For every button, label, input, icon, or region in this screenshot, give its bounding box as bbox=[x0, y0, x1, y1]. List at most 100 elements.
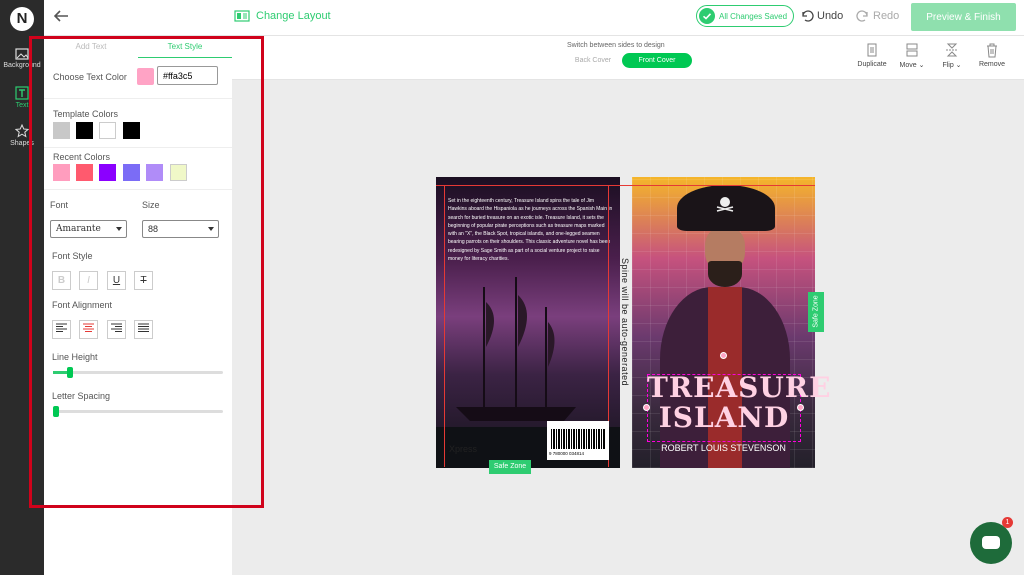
tab-add-text[interactable]: Add Text bbox=[44, 36, 138, 58]
recent-color-swatch[interactable] bbox=[170, 164, 187, 181]
strikethrough-button[interactable]: T bbox=[134, 271, 153, 290]
line-height-label: Line Height bbox=[52, 352, 98, 362]
template-color-swatch[interactable] bbox=[76, 122, 93, 139]
resize-handle-left[interactable] bbox=[643, 404, 650, 411]
book-author[interactable]: ROBERT LOUIS STEVENSON bbox=[632, 443, 815, 453]
duplicate-icon bbox=[867, 43, 877, 57]
flip-button[interactable]: Flip ⌄ bbox=[932, 42, 972, 69]
top-bar: Change Layout All Changes Saved Undo Red… bbox=[44, 0, 1024, 36]
tool-label: Remove bbox=[978, 61, 1006, 68]
underline-button[interactable]: U bbox=[107, 271, 126, 290]
caret-down-icon bbox=[116, 227, 122, 231]
slider-knob[interactable] bbox=[53, 406, 59, 417]
recent-color-swatch[interactable] bbox=[99, 164, 116, 181]
font-label: Font bbox=[50, 200, 69, 210]
sidebar-item-label: Background bbox=[3, 62, 41, 69]
tab-text-style[interactable]: Text Style bbox=[138, 36, 232, 58]
align-right-icon bbox=[111, 323, 122, 332]
move-icon bbox=[906, 43, 918, 57]
change-layout-label: Change Layout bbox=[256, 10, 331, 22]
recent-color-swatch[interactable] bbox=[123, 164, 140, 181]
divider bbox=[44, 98, 232, 99]
template-color-swatch[interactable] bbox=[123, 122, 140, 139]
flip-icon bbox=[946, 43, 958, 57]
check-circle-icon bbox=[699, 8, 715, 24]
letter-spacing-label: Letter Spacing bbox=[52, 391, 111, 401]
chevron-down-icon: ⌄ bbox=[953, 62, 962, 69]
safe-zone-text: Safe Zone bbox=[812, 295, 820, 328]
front-cover-tab[interactable]: Front Cover bbox=[622, 53, 692, 68]
divider bbox=[44, 147, 232, 148]
panel-tabs: Add Text Text Style bbox=[44, 36, 232, 58]
sidebar-item-background[interactable]: Background bbox=[0, 48, 44, 69]
save-status-text: All Changes Saved bbox=[719, 11, 788, 21]
publisher-text[interactable]: Xpress bbox=[449, 444, 477, 454]
bold-button[interactable]: B bbox=[52, 271, 71, 290]
align-left-button[interactable] bbox=[52, 320, 71, 339]
move-button[interactable]: Move ⌄ bbox=[892, 42, 932, 69]
redo-button[interactable]: Redo bbox=[856, 10, 899, 22]
back-cover-blurb[interactable]: Set in the eighteenth century, Treasure … bbox=[448, 197, 614, 263]
chat-bubble-icon bbox=[982, 536, 1000, 549]
barcode-lines bbox=[551, 429, 605, 449]
hex-color-input[interactable] bbox=[157, 66, 218, 85]
current-color-swatch[interactable] bbox=[137, 68, 154, 85]
chat-button[interactable] bbox=[970, 522, 1012, 564]
side-toggle: Back Cover Front Cover bbox=[564, 53, 692, 68]
image-icon bbox=[15, 48, 29, 60]
sidebar-item-shapes[interactable]: Shapes bbox=[0, 124, 44, 147]
bleed-guide-line bbox=[436, 185, 620, 186]
notification-badge: 1 bbox=[1002, 517, 1013, 528]
sidebar-item-label: Text bbox=[15, 102, 29, 109]
size-select-value: 88 bbox=[148, 224, 159, 234]
template-colors-label: Template Colors bbox=[53, 109, 119, 119]
text-icon bbox=[15, 86, 29, 100]
pirate-beard bbox=[708, 261, 742, 287]
template-color-swatch[interactable] bbox=[53, 122, 70, 139]
bleed-guide-line bbox=[632, 185, 815, 186]
back-arrow-icon[interactable] bbox=[52, 8, 70, 24]
preview-finish-button[interactable]: Preview & Finish bbox=[911, 3, 1016, 31]
recent-color-swatch[interactable] bbox=[53, 164, 70, 181]
font-alignment-label: Font Alignment bbox=[52, 300, 113, 310]
undo-button[interactable]: Undo bbox=[800, 10, 843, 22]
align-left-icon bbox=[56, 323, 67, 332]
template-color-swatch[interactable] bbox=[99, 122, 116, 139]
duplicate-button[interactable]: Duplicate bbox=[852, 42, 892, 69]
safe-zone-label: Safe Zone bbox=[808, 292, 824, 332]
line-height-slider[interactable] bbox=[53, 367, 223, 378]
font-select[interactable]: Amarante bbox=[50, 220, 127, 238]
size-select[interactable]: 88 bbox=[142, 220, 219, 238]
letter-spacing-slider[interactable] bbox=[53, 406, 223, 417]
star-icon bbox=[15, 124, 29, 138]
resize-handle-right[interactable] bbox=[797, 404, 804, 411]
caret-down-icon bbox=[208, 227, 214, 231]
recent-color-swatch[interactable] bbox=[146, 164, 163, 181]
sidebar-item-text[interactable]: Text bbox=[0, 86, 44, 109]
spine-text: Spine will be auto-generated bbox=[620, 258, 630, 387]
align-right-button[interactable] bbox=[107, 320, 126, 339]
tool-label: Move bbox=[899, 62, 917, 69]
book-title-line1[interactable]: TREASURE bbox=[647, 371, 830, 404]
chevron-down-icon: ⌄ bbox=[916, 62, 925, 69]
back-cover-tab[interactable]: Back Cover bbox=[564, 53, 622, 68]
recent-color-swatch[interactable] bbox=[76, 164, 93, 181]
tool-label: Duplicate bbox=[857, 61, 887, 68]
app-logo[interactable]: N bbox=[10, 7, 34, 31]
undo-icon bbox=[802, 10, 814, 22]
change-layout-button[interactable]: Change Layout bbox=[234, 10, 331, 22]
remove-button[interactable]: Remove bbox=[972, 42, 1012, 69]
choose-color-label: Choose Text Color bbox=[53, 72, 127, 82]
align-center-icon bbox=[83, 323, 94, 332]
undo-label: Undo bbox=[817, 10, 844, 22]
sidebar-item-label: Shapes bbox=[10, 140, 34, 147]
align-center-button[interactable] bbox=[79, 320, 98, 339]
slider-knob[interactable] bbox=[67, 367, 73, 378]
rotate-handle[interactable] bbox=[720, 352, 727, 359]
safe-zone-label: Safe Zone bbox=[489, 460, 531, 474]
font-select-value: Amarante bbox=[56, 224, 101, 234]
italic-button[interactable]: I bbox=[79, 271, 98, 290]
align-justify-button[interactable] bbox=[134, 320, 153, 339]
book-title-line2[interactable]: ISLAND bbox=[647, 401, 801, 434]
align-justify-icon bbox=[138, 323, 149, 332]
